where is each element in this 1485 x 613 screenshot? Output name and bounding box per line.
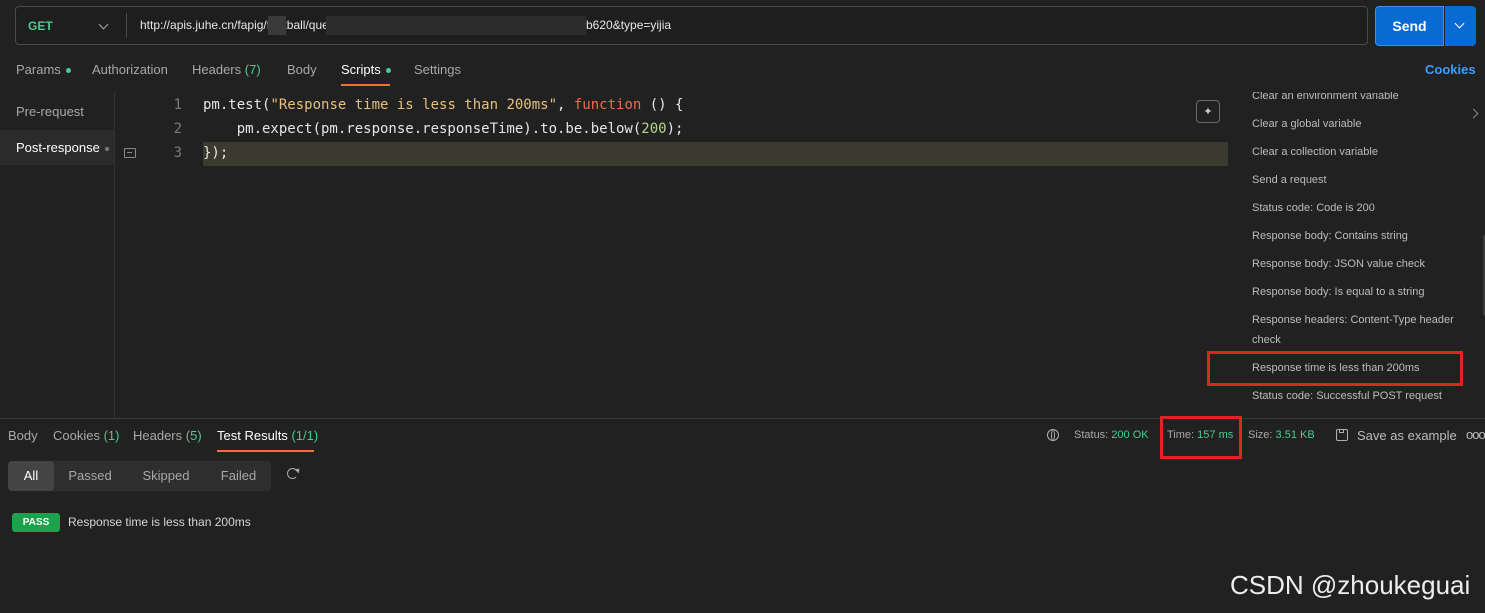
code-line[interactable]: }); — [203, 145, 228, 161]
result-filter: All Passed Skipped Failed — [8, 461, 271, 491]
watermark: CSDN @zhoukeguai — [1230, 570, 1471, 600]
highlight-box — [1207, 351, 1463, 386]
tab-pre-request[interactable]: Pre-request — [16, 104, 84, 119]
url-bar[interactable]: GET http://apis.juhe.cn/fapig/football/q… — [15, 6, 1368, 45]
method-select[interactable]: GET — [16, 7, 126, 44]
size-info[interactable]: Size: 3.51 KB — [1248, 429, 1315, 441]
line-number: 2 — [173, 121, 182, 137]
pass-badge: PASS — [12, 513, 60, 532]
chevron-down-icon — [98, 19, 109, 30]
send-button[interactable]: Send — [1375, 6, 1444, 46]
snippet-item[interactable]: Response body: Contains string — [1252, 226, 1408, 246]
snippet-item[interactable]: Send a request — [1252, 170, 1327, 190]
save-icon — [1336, 429, 1348, 441]
chevron-down-icon — [1454, 18, 1465, 29]
status-info[interactable]: Status: 200 OK — [1074, 429, 1149, 441]
tab-headers[interactable]: Headers (7) — [192, 62, 261, 77]
redaction-block — [326, 16, 586, 35]
divider — [126, 13, 127, 38]
line-number: 1 — [173, 97, 182, 113]
method-label: GET — [28, 18, 53, 33]
tab-post-response[interactable]: Post-response — [16, 140, 109, 155]
redaction-block — [268, 16, 286, 35]
filter-passed[interactable]: Passed — [54, 461, 126, 491]
current-line-highlight — [203, 142, 1228, 166]
filter-skipped[interactable]: Skipped — [126, 461, 206, 491]
active-tab-indicator — [217, 450, 314, 452]
snippet-item[interactable]: Response headers: Content-Type header ch… — [1252, 310, 1474, 350]
cookies-link[interactable]: Cookies — [1425, 62, 1476, 77]
tab-params[interactable]: Params — [16, 62, 71, 77]
tab-settings[interactable]: Settings — [414, 62, 461, 77]
test-result-name: Response time is less than 200ms — [68, 515, 251, 529]
refresh-icon[interactable] — [287, 468, 298, 479]
tab-authorization[interactable]: Authorization — [92, 62, 168, 77]
active-tab-indicator — [341, 84, 390, 86]
snippet-item[interactable]: Status code: Successful POST request — [1252, 386, 1442, 406]
code-line[interactable]: pm.test("Response time is less than 200m… — [203, 97, 683, 113]
globe-icon[interactable] — [1047, 429, 1059, 441]
status-dot — [104, 146, 109, 151]
tab-response-body[interactable]: Body — [8, 428, 38, 443]
snippet-item[interactable]: Clear a global variable — [1252, 114, 1361, 134]
comment-icon[interactable] — [124, 148, 136, 158]
divider — [0, 418, 1485, 419]
snippet-item[interactable]: Status code: Code is 200 — [1252, 198, 1375, 218]
filter-all[interactable]: All — [8, 461, 54, 491]
code-line[interactable]: pm.expect(pm.response.responseTime).to.b… — [203, 121, 684, 137]
highlight-box — [1160, 416, 1242, 459]
ai-assist-icon[interactable]: ✦ — [1196, 100, 1220, 123]
status-dot — [65, 68, 71, 74]
tab-body[interactable]: Body — [287, 62, 317, 77]
snippet-item[interactable]: Response body: JSON value check — [1252, 254, 1425, 274]
snippet-item[interactable]: Clear an environment variable — [1252, 92, 1399, 106]
tab-response-headers[interactable]: Headers (5) — [133, 428, 202, 443]
send-options-button[interactable] — [1445, 6, 1476, 46]
divider — [114, 92, 115, 418]
filter-failed[interactable]: Failed — [206, 461, 271, 491]
tab-scripts[interactable]: Scripts — [341, 62, 391, 77]
more-options-icon[interactable]: ooo — [1466, 427, 1485, 442]
status-dot — [385, 68, 391, 74]
save-as-example-button[interactable]: Save as example — [1357, 428, 1457, 443]
snippet-item[interactable]: Response body: Is equal to a string — [1252, 282, 1424, 302]
tab-test-results[interactable]: Test Results (1/1) — [217, 428, 318, 443]
url-text-end: b620&type=yijia — [586, 18, 672, 32]
tab-response-cookies[interactable]: Cookies (1) — [53, 428, 119, 443]
snippet-item[interactable]: Clear a collection variable — [1252, 142, 1378, 162]
line-number: 3 — [173, 145, 182, 161]
